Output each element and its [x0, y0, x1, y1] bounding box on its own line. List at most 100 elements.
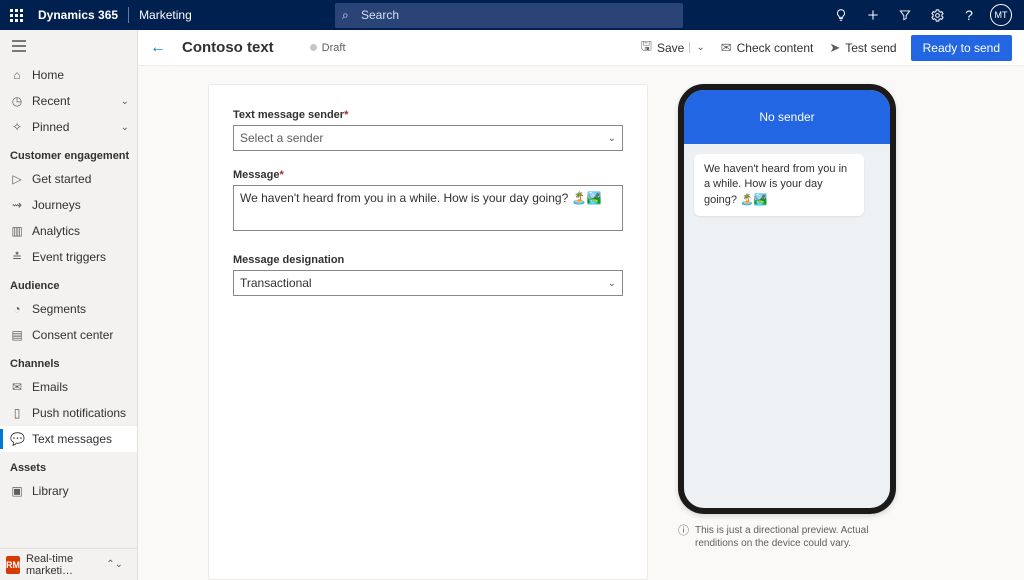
global-search[interactable]: ⌕ [335, 3, 683, 28]
help-icon[interactable]: ? [954, 0, 984, 30]
sidebar-item-textmessages[interactable]: 💬 Text messages [0, 426, 137, 452]
sidebar-item-home[interactable]: ⌂ Home [0, 62, 137, 88]
ready-to-send-button[interactable]: Ready to send [911, 35, 1012, 61]
sidebar-item-library[interactable]: ▣ Library [0, 478, 137, 504]
check-content-label: Check content [737, 41, 814, 55]
sidebar-item-label: Consent center [32, 328, 113, 342]
area-badge: RM [6, 556, 20, 574]
designation-label: Message designation [233, 254, 623, 266]
sidebar-item-label: Home [32, 68, 64, 82]
chevron-down-icon: ⌄ [608, 133, 616, 144]
consent-icon: ▤ [10, 328, 24, 342]
sidebar-item-label: Event triggers [32, 250, 106, 264]
app-topbar: Dynamics 365 Marketing ⌕ ? MT [0, 0, 1024, 30]
home-icon: ⌂ [10, 68, 24, 82]
preview-note-text: This is just a directional preview. Actu… [695, 524, 896, 550]
device-icon: ▯ [10, 406, 24, 420]
sidebar-item-label: Pinned [32, 120, 69, 134]
save-label: Save [657, 41, 684, 55]
command-bar: ← Contoso text Draft 🖫 Save ⌄ ✉ Check co… [138, 30, 1024, 66]
add-icon[interactable] [858, 0, 888, 30]
area-label: Real-time marketi… [26, 553, 100, 577]
chart-icon: ▥ [10, 224, 24, 238]
check-content-button[interactable]: ✉ Check content [719, 36, 816, 60]
sender-label: Text message sender* [233, 109, 623, 121]
message-label: Message* [233, 169, 623, 181]
sidebar-item-pinned[interactable]: ✧ Pinned ⌄ [0, 114, 137, 140]
sidebar-item-label: Emails [32, 380, 68, 394]
phone-header: No sender [684, 90, 890, 144]
check-icon: ✉ [721, 40, 732, 56]
journey-icon: ⇝ [10, 198, 24, 212]
phone-preview: No sender We haven't heard from you in a… [678, 84, 896, 514]
sidebar-item-label: Recent [32, 94, 70, 108]
user-avatar[interactable]: MT [986, 0, 1016, 30]
sidebar-item-segments[interactable]: ◔ Segments [0, 296, 137, 322]
sidebar-item-label: Analytics [32, 224, 80, 238]
save-icon: 🖫 [641, 37, 652, 59]
message-textarea[interactable] [233, 185, 623, 231]
sidebar-item-label: Get started [32, 172, 91, 186]
test-send-button[interactable]: ➤ Test send [827, 36, 898, 60]
chevron-down-icon: ⌄ [121, 122, 129, 133]
sidebar-item-eventtriggers[interactable]: ≛ Event triggers [0, 244, 137, 270]
pin-icon: ✧ [10, 120, 24, 134]
main-area: ← Contoso text Draft 🖫 Save ⌄ ✉ Check co… [138, 30, 1024, 580]
sidebar-item-recent[interactable]: ◷ Recent ⌄ [0, 88, 137, 114]
sidebar-section-assets: Assets [0, 452, 137, 478]
sidebar-item-label: Push notifications [32, 406, 126, 420]
search-input[interactable] [335, 3, 683, 28]
library-icon: ▣ [10, 484, 24, 498]
designation-select[interactable]: Transactional ⌄ [233, 270, 623, 296]
sidebar-item-analytics[interactable]: ▥ Analytics [0, 218, 137, 244]
sender-select[interactable]: Select a sender ⌄ [233, 125, 623, 151]
clock-icon: ◷ [10, 94, 24, 108]
settings-icon[interactable] [922, 0, 952, 30]
preview-note: ⓘ This is just a directional preview. Ac… [678, 524, 896, 550]
sidebar-item-journeys[interactable]: ⇝ Journeys [0, 192, 137, 218]
sidebar-section-audience: Audience [0, 270, 137, 296]
mail-icon: ✉ [10, 380, 24, 394]
chevron-down-icon: ⌄ [121, 96, 129, 107]
ready-label: Ready to send [923, 41, 1000, 55]
status-label: Draft [322, 42, 346, 54]
page-title: Contoso text [182, 39, 274, 56]
module-label: Marketing [139, 8, 192, 22]
sidebar-item-label: Library [32, 484, 69, 498]
divider [128, 7, 129, 23]
sidebar-section-engagement: Customer engagement [0, 140, 137, 166]
chevron-updown-icon: ⌃⌄ [106, 559, 123, 570]
sender-placeholder: Select a sender [240, 131, 323, 145]
filter-icon[interactable] [890, 0, 920, 30]
lightbulb-icon[interactable] [826, 0, 856, 30]
trigger-icon: ≛ [10, 250, 24, 264]
status-badge: Draft [310, 42, 346, 54]
waffle-icon[interactable] [0, 0, 32, 30]
sidebar-item-label: Text messages [32, 432, 112, 446]
hamburger-icon[interactable] [0, 30, 137, 62]
phone-body: We haven't heard from you in a while. Ho… [684, 144, 890, 226]
brand-label: Dynamics 365 [38, 8, 118, 22]
sidebar-item-label: Journeys [32, 198, 81, 212]
sidebar-item-emails[interactable]: ✉ Emails [0, 374, 137, 400]
form-card: Text message sender* Select a sender ⌄ M… [208, 84, 648, 580]
sidebar: ⌂ Home ◷ Recent ⌄ ✧ Pinned ⌄ Customer en… [0, 30, 138, 580]
sidebar-item-getstarted[interactable]: ▷ Get started [0, 166, 137, 192]
back-icon[interactable]: ← [150, 39, 166, 57]
save-button[interactable]: 🖫 Save ⌄ [639, 33, 707, 63]
sidebar-item-consent[interactable]: ▤ Consent center [0, 322, 137, 348]
topbar-actions: ? MT [826, 0, 1024, 30]
segments-icon: ◔ [10, 302, 24, 316]
info-icon: ⓘ [678, 524, 689, 550]
sidebar-item-label: Segments [32, 302, 86, 316]
play-icon: ▷ [10, 172, 24, 186]
status-dot-icon [310, 44, 317, 51]
chevron-down-icon[interactable]: ⌄ [689, 42, 704, 53]
content-area: Text message sender* Select a sender ⌄ M… [138, 66, 1024, 580]
sidebar-item-push[interactable]: ▯ Push notifications [0, 400, 137, 426]
area-switcher[interactable]: RM Real-time marketi… ⌃⌄ [0, 548, 137, 580]
sidebar-section-channels: Channels [0, 348, 137, 374]
send-icon: ➤ [829, 40, 840, 56]
search-icon: ⌕ [342, 8, 349, 23]
message-bubble: We haven't heard from you in a while. Ho… [694, 154, 864, 216]
